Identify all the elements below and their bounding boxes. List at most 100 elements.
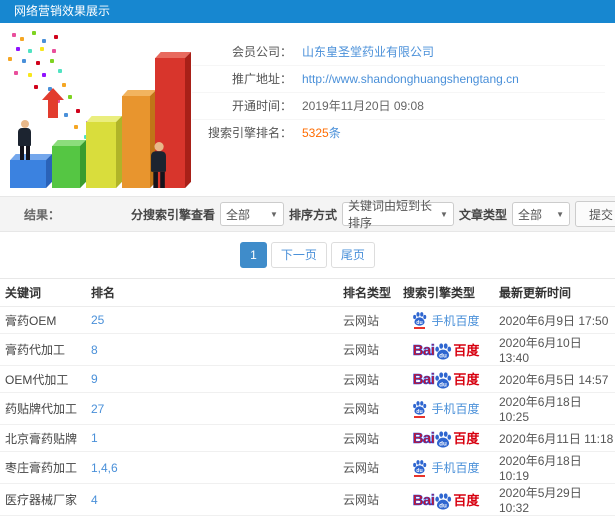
rank-cell: 1,4,6 [86,451,338,484]
header-rank: 排名 [86,278,338,307]
rank-type-cell: 云网站 [338,451,398,484]
up-arrow-icon [42,88,64,118]
keyword-cell: OEM代加工 [0,365,86,393]
svg-text:du: du [417,320,423,326]
engine-cell: Bai du 百度 [398,333,494,366]
engine-cell: du手机百度 [398,515,494,520]
last-page-button[interactable]: 尾页 [330,242,375,268]
header-rank-type: 排名类型 [338,278,398,307]
filter-bar: 结果： 分搜索引擎查看 全部 ▼ 排序方式 关键词由短到长排序 ▼ 文章类型 全部 ▼… [0,196,615,232]
rank-link[interactable]: 8 [91,343,98,357]
next-page-button[interactable]: 下一页 [270,242,327,268]
page-title: 网络营销效果展示 [0,0,615,23]
table-row: 菏泽膏药厂家 17 云网站 du手机百度 2020年6月11日 11:40 [0,515,615,520]
baidu-paw-icon: du [413,400,427,414]
rank-cell: 4 [86,483,338,516]
rank-type-cell: 云网站 [338,483,398,516]
sort-filter-label: 排序方式 [288,207,337,222]
rank-cell: 25 [86,306,338,334]
company-link[interactable]: 山东皇圣堂药业有限公司 [302,39,434,65]
keyword-cell: 膏药代加工 [0,333,86,366]
engine-select[interactable]: 全部 ▼ [219,202,284,226]
header-engine-type: 搜索引擎类型 [398,278,494,307]
businessman-left [18,120,31,160]
baidu-paw-icon: du [435,492,452,510]
keyword-cell: 枣庄膏药加工 [0,451,86,484]
rank-link[interactable]: 4 [91,493,98,507]
engine-cell: du手机百度 [398,451,494,484]
baidu-pc-logo: Bai du 百度 [412,430,480,448]
baidu-paw-icon: du [435,342,452,360]
table-row: 膏药OEM 25 云网站 du 手机百度 2020年6月9日 17:50 [0,306,615,334]
engine-filter-label: 分搜索引擎查看 [130,207,215,222]
mobile-baidu-logo: du 手机百度 [412,459,480,477]
baidu-pc-logo: Bai du 百度 [412,491,480,510]
updated-cell: 2020年5月29日 10:32 [494,483,615,516]
updated-cell: 2020年6月10日 13:40 [494,333,615,366]
updated-cell: 2020年6月5日 14:57 [494,365,615,393]
rank-cell: 1 [86,424,338,452]
table-header-row: 关键词 排名 排名类型 搜索引擎类型 最新更新时间 [0,278,615,307]
svg-text:du: du [440,352,448,359]
rank-type-cell: 云网站 [338,306,398,334]
sort-select[interactable]: 关键词由短到长排序 ▼ [341,199,454,230]
open-time-value: 2019年11月20日 09:08 [302,99,424,113]
engine-cell: du手机百度 [398,392,494,425]
table-row: 药贴牌代加工 27 云网站 du 手机百度 2020年6月18日 10:25 [0,392,615,425]
businessman-right [151,142,166,188]
svg-text:du: du [417,467,423,473]
results-table: 关键词 排名 排名类型 搜索引擎类型 最新更新时间 膏药OEM 25 云网站 d… [0,278,615,520]
promo-url-link[interactable]: http://www.shandonghuangshengtang.cn [302,66,519,92]
keyword-cell: 医疗器械厂家 [0,483,86,516]
info-row-url: 推广地址： http://www.shandonghuangshengtang.… [192,66,605,93]
chart-bar-yellow [86,115,122,189]
rank-type-cell: 云网站 [338,333,398,366]
confetti-dots [12,33,16,37]
pagination: 1 下一页 尾页 [0,232,615,278]
updated-cell: 2020年6月9日 17:50 [494,306,615,334]
rank-link[interactable]: 1 [91,431,98,445]
engine-cell: Bai du 百度 [398,483,494,516]
header-keyword: 关键词 [0,278,86,307]
updated-cell: 2020年6月11日 11:40 [494,515,615,520]
info-section: 会员公司： 山东皇圣堂药业有限公司 推广地址： http://www.shand… [0,23,615,196]
rank-type-cell: 云网站 [338,392,398,425]
keyword-cell: 膏药OEM [0,306,86,334]
rank-link[interactable]: 9 [91,372,98,386]
rank-type-cell: 云网站 [338,515,398,520]
header-updated: 最新更新时间 [494,278,615,307]
bar-chart-illustration [0,23,192,196]
baidu-pc-logo: Bai du 百度 [412,341,480,360]
engine-cell: du手机百度 [398,306,494,334]
table-row: 北京膏药贴牌 1 云网站 Bai du 百度 2020年6月11日 11:18 [0,424,615,452]
rank-cell: 17 [86,515,338,520]
info-row-company: 会员公司： 山东皇圣堂药业有限公司 [192,39,605,66]
table-row: OEM代加工 9 云网站 Bai du 百度 2020年6月5日 14:57 [0,365,615,393]
chevron-down-icon: ▼ [556,209,564,219]
page-1-button[interactable]: 1 [240,242,267,268]
rank-link[interactable]: 25 [91,313,104,327]
company-info-list: 会员公司： 山东皇圣堂药业有限公司 推广地址： http://www.shand… [192,23,615,196]
baidu-paw-icon: du [413,312,427,326]
rank-cell: 8 [86,333,338,366]
chart-bar-green [52,139,86,189]
baidu-paw-icon: du [435,431,452,448]
updated-cell: 2020年6月11日 11:18 [494,424,615,452]
article-type-select[interactable]: 全部 ▼ [511,202,570,226]
rank-link[interactable]: 27 [91,402,104,416]
rank-link[interactable]: 1,4,6 [91,461,118,475]
rank-count-label: 搜索引擎排名： [207,126,292,140]
article-type-label: 文章类型 [458,207,507,222]
company-label: 会员公司： [231,45,292,59]
baidu-paw-icon: du [435,372,452,389]
rank-type-cell: 云网站 [338,424,398,452]
svg-text:du: du [417,408,423,414]
table-row: 医疗器械厂家 4 云网站 Bai du 百度 2020年5月29日 10:32 [0,483,615,516]
table-row: 膏药代加工 8 云网站 Bai du 百度 2020年6月10日 13:40 [0,333,615,366]
rank-count-value: 5325条 [302,126,341,140]
svg-text:du: du [440,381,448,388]
rank-cell: 9 [86,365,338,393]
updated-cell: 2020年6月18日 10:25 [494,392,615,425]
chart-bar-orange [122,89,156,189]
submit-button[interactable]: 提交 [574,201,615,227]
